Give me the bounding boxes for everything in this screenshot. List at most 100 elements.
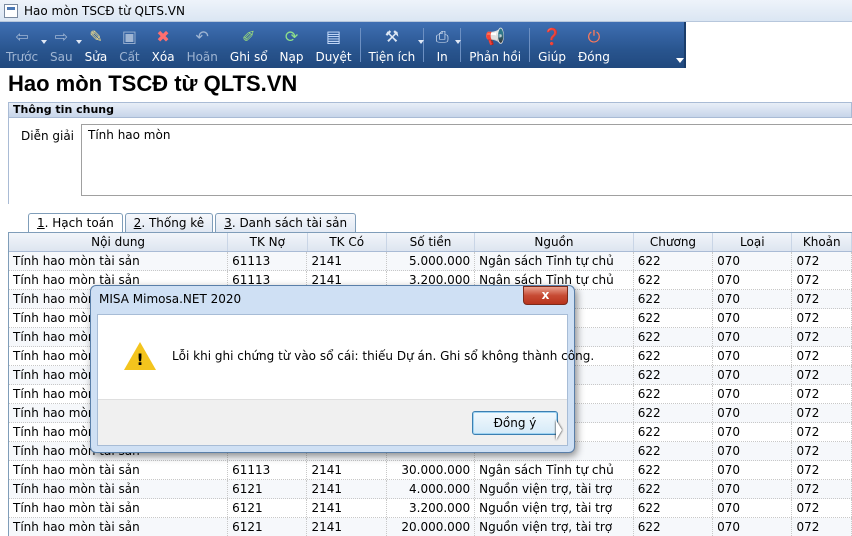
cell-chapter[interactable]: 622 <box>634 385 714 403</box>
column-header-chapter[interactable]: Chương <box>634 233 714 251</box>
column-header-debit[interactable]: TK Nợ <box>228 233 308 251</box>
reload-button[interactable]: ⟳ Nạp <box>274 22 310 68</box>
cell-chapter[interactable]: 622 <box>634 423 714 441</box>
cell-type[interactable]: 070 <box>713 480 793 498</box>
cell-item[interactable]: 072 <box>792 309 852 327</box>
cell-type[interactable]: 070 <box>713 404 793 422</box>
cell-content[interactable]: Tính hao mòn tài sản <box>9 480 229 498</box>
cell-item[interactable]: 072 <box>792 328 852 346</box>
cell-item[interactable]: 072 <box>792 347 852 365</box>
table-row[interactable]: Tính hao mòn tài sản 61113 2141 5.000.000 Ng… <box>9 252 852 271</box>
cell-type[interactable]: 070 <box>713 328 793 346</box>
cell-type[interactable]: 070 <box>713 347 793 365</box>
cell-source[interactable]: Ngân sách Tỉnh tự chủ <box>475 252 634 270</box>
cell-type[interactable]: 070 <box>713 290 793 308</box>
table-row[interactable]: Tính hao mòn tài sản 61113 2141 30.000.000 N… <box>9 461 852 480</box>
cell-item[interactable]: 072 <box>792 423 852 441</box>
print-button[interactable]: ⎙ In <box>426 22 462 68</box>
edit-button[interactable]: ✎ Sửa <box>79 22 114 68</box>
cell-content[interactable]: Tính hao mòn tài sản <box>9 518 229 536</box>
cell-type[interactable]: 070 <box>713 518 793 536</box>
column-header-type[interactable]: Loại <box>713 233 793 251</box>
cell-credit[interactable]: 2141 <box>307 252 387 270</box>
cell-credit[interactable]: 2141 <box>307 518 387 536</box>
cell-chapter[interactable]: 622 <box>634 366 714 384</box>
cell-type[interactable]: 070 <box>713 423 793 441</box>
cell-type[interactable]: 070 <box>713 461 793 479</box>
cell-amount[interactable]: 5.000.000 <box>387 252 476 270</box>
undo-button[interactable]: ↶ Hoãn <box>181 22 224 68</box>
table-row[interactable]: Tính hao mòn tài sản 6121 2141 3.200.000 Ngu… <box>9 499 852 518</box>
tab-accounting[interactable]: 1. Hạch toán <box>28 213 123 233</box>
cell-chapter[interactable]: 622 <box>634 518 714 536</box>
cell-item[interactable]: 072 <box>792 290 852 308</box>
cell-type[interactable]: 070 <box>713 271 793 289</box>
close-button[interactable]: ⏻ Đóng <box>572 22 616 68</box>
cell-item[interactable]: 072 <box>792 518 852 536</box>
cell-type[interactable]: 070 <box>713 309 793 327</box>
cell-item[interactable]: 072 <box>792 385 852 403</box>
column-header-source[interactable]: Nguồn <box>475 233 634 251</box>
cell-debit[interactable]: 6121 <box>228 480 308 498</box>
cell-chapter[interactable]: 622 <box>634 404 714 422</box>
cell-amount[interactable]: 20.000.000 <box>387 518 476 536</box>
cell-amount[interactable]: 4.000.000 <box>387 480 476 498</box>
description-input[interactable]: Tính hao mòn <box>81 124 852 196</box>
cell-item[interactable]: 072 <box>792 461 852 479</box>
cell-chapter[interactable]: 622 <box>634 328 714 346</box>
cell-chapter[interactable]: 622 <box>634 271 714 289</box>
cell-debit[interactable]: 6121 <box>228 499 308 517</box>
cell-chapter[interactable]: 622 <box>634 461 714 479</box>
column-header-item[interactable]: Khoản <box>792 233 852 251</box>
cell-content[interactable]: Tính hao mòn tài sản <box>9 461 229 479</box>
cell-source[interactable]: Nguồn viện trợ, tài trợ <box>475 499 634 517</box>
cell-credit[interactable]: 2141 <box>307 499 387 517</box>
cell-source[interactable]: Ngân sách Tỉnh tự chủ <box>475 461 634 479</box>
cell-item[interactable]: 072 <box>792 252 852 270</box>
table-row[interactable]: Tính hao mòn tài sản 6121 2141 20.000.000 Ng… <box>9 518 852 536</box>
cell-chapter[interactable]: 622 <box>634 290 714 308</box>
cell-debit[interactable]: 61113 <box>228 252 308 270</box>
feedback-button[interactable]: 📢 Phản hồi <box>463 22 527 68</box>
cell-item[interactable]: 072 <box>792 480 852 498</box>
dialog-close-button[interactable]: x <box>523 286 568 305</box>
save-button[interactable]: ▣ Cất <box>113 22 145 68</box>
cell-content[interactable]: Tính hao mòn tài sản <box>9 252 229 270</box>
cell-amount[interactable]: 3.200.000 <box>387 499 476 517</box>
post-button[interactable]: ✐ Ghi sổ <box>224 22 274 68</box>
column-header-amount[interactable]: Số tiền <box>387 233 476 251</box>
cell-item[interactable]: 072 <box>792 499 852 517</box>
cell-item[interactable]: 072 <box>792 271 852 289</box>
tab-statistics[interactable]: 2. Thống kê <box>124 213 214 233</box>
cell-type[interactable]: 070 <box>713 252 793 270</box>
cell-chapter[interactable]: 622 <box>634 499 714 517</box>
cell-type[interactable]: 070 <box>713 442 793 460</box>
cell-chapter[interactable]: 622 <box>634 480 714 498</box>
delete-button[interactable]: ✖ Xóa <box>146 22 181 68</box>
cell-type[interactable]: 070 <box>713 366 793 384</box>
help-button[interactable]: ❓ Giúp <box>532 22 572 68</box>
approve-button[interactable]: ▤ Duyệt <box>310 22 358 68</box>
tab-asset-list[interactable]: 3. Danh sách tài sản <box>215 213 357 233</box>
cell-source[interactable]: Nguồn viện trợ, tài trợ <box>475 480 634 498</box>
cell-type[interactable]: 070 <box>713 385 793 403</box>
cell-credit[interactable]: 2141 <box>307 461 387 479</box>
cell-chapter[interactable]: 622 <box>634 309 714 327</box>
utilities-button[interactable]: ⚒ Tiện ích <box>363 22 425 68</box>
column-header-content[interactable]: Nội dung <box>9 233 229 251</box>
cell-item[interactable]: 072 <box>792 404 852 422</box>
cell-amount[interactable]: 30.000.000 <box>387 461 476 479</box>
cell-debit[interactable]: 6121 <box>228 518 308 536</box>
cell-chapter[interactable]: 622 <box>634 442 714 460</box>
forward-button[interactable]: ⇨ Sau <box>44 22 82 68</box>
cell-item[interactable]: 072 <box>792 442 852 460</box>
cell-source[interactable]: Nguồn viện trợ, tài trợ <box>475 518 634 536</box>
ok-button[interactable]: Đồng ý <box>472 411 558 435</box>
cell-content[interactable]: Tính hao mòn tài sản <box>9 499 229 517</box>
cell-debit[interactable]: 61113 <box>228 461 308 479</box>
back-button[interactable]: ⇦ Trước <box>0 22 48 68</box>
table-row[interactable]: Tính hao mòn tài sản 6121 2141 4.000.000 Ngu… <box>9 480 852 499</box>
cell-type[interactable]: 070 <box>713 499 793 517</box>
cell-item[interactable]: 072 <box>792 366 852 384</box>
cell-credit[interactable]: 2141 <box>307 480 387 498</box>
